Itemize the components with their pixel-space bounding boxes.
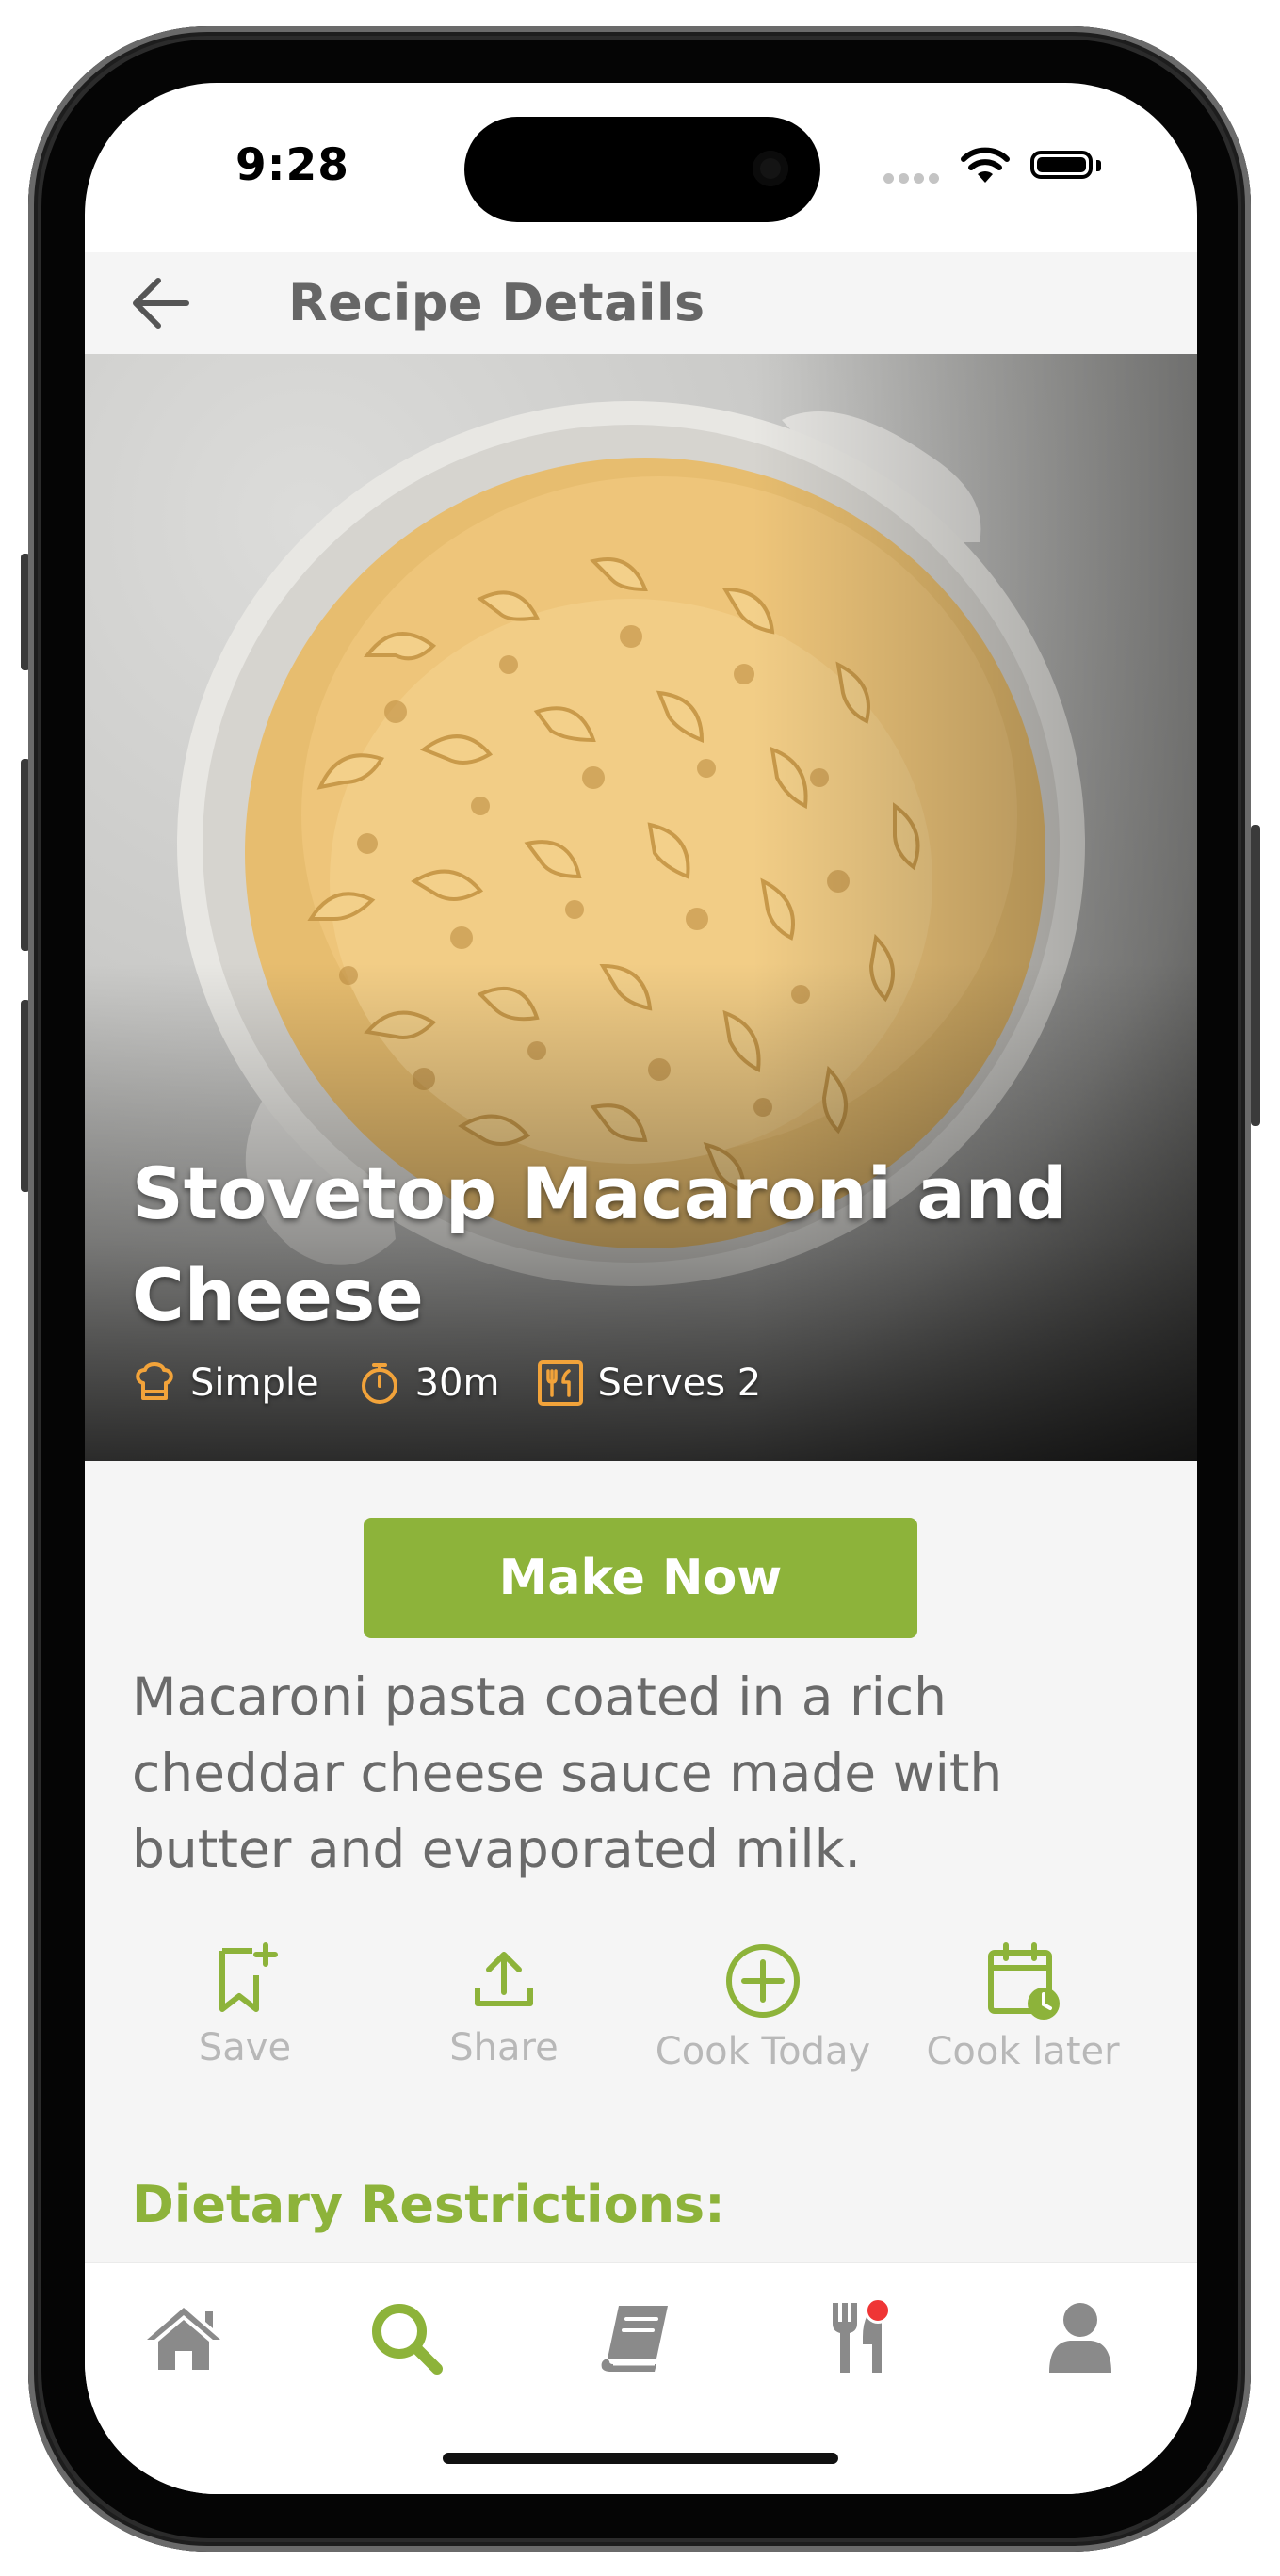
time-label: 30m: [414, 1361, 500, 1405]
dietary-restrictions-heading: Dietary Restrictions:: [132, 2175, 725, 2234]
share-icon: [475, 1952, 533, 2006]
status-time: 9:28: [235, 139, 349, 191]
dynamic-island: [464, 117, 820, 222]
recipe-actions: Save Share Cook Today Cook later: [132, 1941, 1168, 2092]
save-label: Save: [198, 2026, 292, 2069]
time-meta: 30m: [357, 1360, 500, 1406]
wifi-icon: [961, 147, 1010, 183]
difficulty-meta: Simple: [132, 1360, 319, 1406]
cellular-signal-icon: [883, 169, 944, 187]
serves-meta: Serves 2: [537, 1360, 761, 1407]
screen: 9:28 Recipe Details Stovetop Macaroni an…: [85, 83, 1197, 2494]
share-label: Share: [449, 2026, 559, 2069]
page-title: Recipe Details: [288, 273, 705, 332]
save-button[interactable]: Save: [132, 1941, 358, 2069]
nav-search[interactable]: [364, 2295, 448, 2380]
home-icon: [147, 2308, 220, 2370]
arrow-left-icon[interactable]: [126, 273, 194, 333]
recipe-title: Stovetop Macaroni and Cheese: [132, 1151, 1068, 1337]
book-icon: [601, 2306, 668, 2372]
difficulty-label: Simple: [190, 1361, 319, 1405]
nav-home[interactable]: [141, 2295, 226, 2380]
battery-tip: [1096, 160, 1101, 171]
camera-icon: [753, 151, 788, 186]
plus-circle-icon: [726, 1944, 800, 2018]
timer-icon: [361, 1363, 397, 1404]
recipe-content: Make Now Macaroni pasta coated in a rich…: [85, 1461, 1197, 2262]
cook-later-label: Cook later: [926, 2030, 1120, 2073]
app-header: Recipe Details: [85, 252, 1197, 354]
recipe-meta: Simple 30m Serves 2: [132, 1360, 799, 1407]
notification-badge: [865, 2297, 891, 2324]
utensils-box-icon: [538, 1360, 584, 1406]
power-button[interactable]: [1251, 825, 1260, 1126]
cook-today-label: Cook Today: [655, 2030, 871, 2073]
recipe-hero-image: Stovetop Macaroni and Cheese Simple 30m: [85, 354, 1197, 1461]
make-now-button[interactable]: Make Now: [364, 1518, 917, 1638]
share-button[interactable]: Share: [391, 1941, 617, 2069]
nav-meals[interactable]: [818, 2295, 902, 2380]
nav-recipes[interactable]: [593, 2295, 678, 2380]
battery-icon: [1030, 151, 1093, 179]
chef-hat-icon: [136, 1362, 173, 1400]
nav-profile[interactable]: [1038, 2295, 1123, 2380]
home-indicator[interactable]: [443, 2453, 838, 2464]
search-icon: [372, 2304, 443, 2375]
calendar-clock-icon: [988, 1942, 1060, 2020]
user-icon: [1049, 2303, 1111, 2373]
serves-label: Serves 2: [597, 1361, 762, 1405]
cook-later-button[interactable]: Cook later: [910, 1941, 1136, 2073]
cook-today-button[interactable]: Cook Today: [650, 1941, 876, 2073]
recipe-description: Macaroni pasta coated in a rich cheddar …: [132, 1666, 1003, 1879]
bookmark-plus-icon: [219, 1942, 278, 2012]
